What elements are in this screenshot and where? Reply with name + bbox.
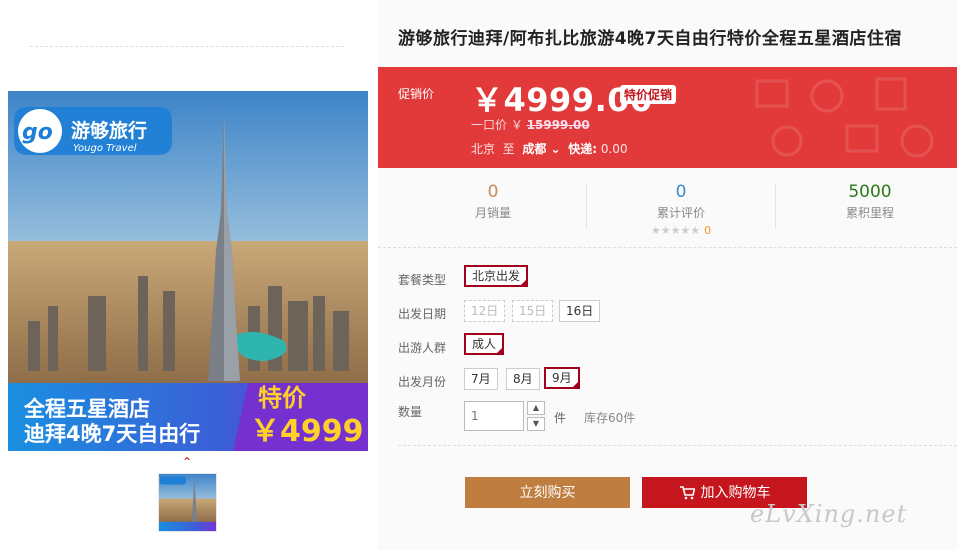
rating-stars: ★★★★★ 0 <box>586 224 776 237</box>
main-product-image[interactable]: 全程五星酒店 迪拜4晚7天自由行 特价 ￥4999 go 游够旅行 Yougo … <box>8 91 368 451</box>
divider <box>30 46 344 47</box>
stat-label: 累计评价 <box>656 206 705 220</box>
add-to-cart-label: 加入购物车 <box>700 484 771 500</box>
stat-reviews[interactable]: 0 累计评价 ★★★★★ 0 <box>586 182 776 237</box>
quantity-increase-button[interactable]: ▲ <box>527 401 545 415</box>
star-icons: ★★★★★ <box>650 224 701 237</box>
promo-badge: 特价促销 <box>620 85 677 104</box>
product-title: 游够旅行迪拜/阿布扎比旅游4晚7天自由行特价全程五星酒店住宿 <box>398 29 902 49</box>
stat-monthly-sales: 0 月销量 <box>398 182 588 221</box>
stat-number: 0 <box>487 182 499 202</box>
promo-price-label: 促销价 <box>398 87 435 101</box>
product-gallery: 全程五星酒店 迪拜4晚7天自由行 特价 ￥4999 go 游够旅行 Yougo … <box>0 0 378 550</box>
stats-bar: 0 月销量 0 累计评价 ★★★★★ 0 5000 累积里程 <box>378 168 957 248</box>
thumbnail-image[interactable] <box>158 473 217 532</box>
shipping-value: 0.00 <box>600 142 628 156</box>
chevron-down-icon: ⌄ <box>550 142 561 156</box>
product-details: 游够旅行迪拜/阿布扎比旅游4晚7天自由行特价全程五星酒店住宿 促销价 ￥4999… <box>378 0 957 550</box>
stat-mileage: 5000 累积里程 <box>775 182 957 221</box>
month-option-9[interactable]: 9月 <box>544 367 580 389</box>
shipping-label: 快递: <box>568 142 598 156</box>
promo-label: 特价 <box>258 384 307 412</box>
pattern-icon <box>755 77 934 158</box>
package-option-beijing[interactable]: 北京出发 <box>464 265 529 287</box>
watermark: eLvXing.net <box>750 500 908 528</box>
quantity-input[interactable] <box>464 401 524 431</box>
route-to-word: 至 <box>502 142 515 156</box>
product-page: 全程五星酒店 迪拜4晚7天自由行 特价 ￥4999 go 游够旅行 Yougo … <box>0 0 957 550</box>
brand-logo: go <box>22 120 53 145</box>
cart-icon <box>679 486 695 500</box>
month-option-8[interactable]: 8月 <box>506 368 540 390</box>
buy-now-button[interactable]: 立刻购买 <box>465 477 630 508</box>
banner-line1: 全程五星酒店 <box>23 397 150 421</box>
brand-cn: 游够旅行 <box>71 119 147 142</box>
thumbnail-graphic <box>159 474 216 531</box>
price-box: 促销价 ￥4999.00 特价促销 一口价 ￥ 15999.00 北京 至 成都… <box>378 67 957 168</box>
promo-price: ￥4999 <box>250 414 364 449</box>
package-type-label: 套餐类型 <box>398 273 447 287</box>
divider <box>398 445 957 446</box>
date-option-12[interactable]: 12日 <box>464 300 506 322</box>
date-option-16[interactable]: 16日 <box>559 300 601 322</box>
route-from: 北京 <box>471 142 496 156</box>
month-option-7[interactable]: 7月 <box>464 368 498 390</box>
traveler-type-label: 出游人群 <box>398 341 447 355</box>
original-price-label: 一口价 ￥ <box>471 118 523 132</box>
stat-number: 5000 <box>848 182 892 202</box>
destination-select[interactable]: 成都 ⌄ <box>522 142 560 156</box>
banner-line2: 迪拜4晚7天自由行 <box>24 422 200 446</box>
quantity-label: 数量 <box>398 405 423 419</box>
original-price-value: 15999.00 <box>526 118 590 132</box>
stat-label: 月销量 <box>474 206 511 220</box>
date-option-15[interactable]: 15日 <box>512 300 554 322</box>
departure-month-label: 出发月份 <box>398 375 447 389</box>
review-count: 0 <box>704 224 712 237</box>
route-info: 北京 至 成都 ⌄ 快递: 0.00 <box>471 140 628 157</box>
brand-en: Yougo Travel <box>73 143 137 154</box>
departure-date-label: 出发日期 <box>398 307 447 321</box>
quantity-unit: 件 <box>554 411 567 425</box>
dubai-skyline-image: 全程五星酒店 迪拜4晚7天自由行 特价 ￥4999 go 游够旅行 Yougo … <box>8 91 368 451</box>
stat-number: 0 <box>675 182 687 202</box>
destination-value: 成都 <box>522 142 547 156</box>
traveler-option-adult[interactable]: 成人 <box>464 333 505 355</box>
stock-info: 库存60件 <box>584 411 636 425</box>
chevron-up-icon[interactable]: ⌃ <box>182 455 192 469</box>
quantity-decrease-button[interactable]: ▼ <box>527 417 545 431</box>
stat-label: 累积里程 <box>845 206 894 220</box>
original-price: 一口价 ￥ 15999.00 <box>471 116 590 133</box>
